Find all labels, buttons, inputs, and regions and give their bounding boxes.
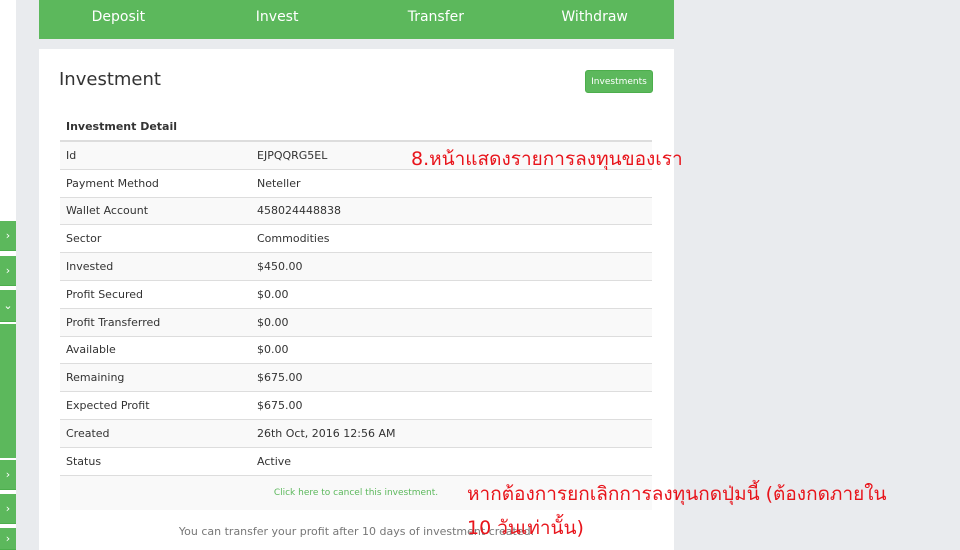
chevron-down-icon: ⌄ — [3, 299, 13, 312]
row-label: Sector — [66, 232, 102, 246]
table-row: Invested $450.00 — [60, 253, 652, 281]
sidebar-tab-5[interactable]: › — [0, 494, 16, 524]
table-row: Profit Secured $0.00 — [60, 281, 652, 309]
nav-transfer[interactable]: Transfer — [357, 0, 516, 39]
row-value: $450.00 — [257, 260, 303, 274]
table-row: Remaining $675.00 — [60, 364, 652, 393]
nav-invest[interactable]: Invest — [198, 0, 357, 39]
sidebar-tab-1[interactable]: › — [0, 221, 16, 251]
row-label: Wallet Account — [66, 204, 149, 218]
sidebar-tab-4[interactable]: › — [0, 460, 16, 490]
sidebar-tab-6[interactable]: › — [0, 528, 16, 550]
row-value: $0.00 — [257, 343, 289, 357]
investments-button[interactable]: Investments — [585, 70, 653, 93]
cancel-investment-link[interactable]: Click here to cancel this investment. — [274, 488, 438, 498]
row-value: 26th Oct, 2016 12:56 AM — [257, 426, 396, 440]
row-label: Available — [66, 343, 116, 357]
investment-card: Investment Investments Investment Detail… — [39, 49, 674, 550]
row-value: Commodities — [257, 232, 330, 246]
table-row: Sector Commodities — [60, 225, 652, 254]
annotation-bottom-line1: หากต้องการยกเลิกการลงทุนกดปุ่มนี้ (ต้องก… — [467, 483, 887, 505]
nav-deposit[interactable]: Deposit — [39, 0, 198, 39]
table-row: Status Active — [60, 448, 652, 476]
row-label: Profit Secured — [66, 287, 143, 301]
row-label: Created — [66, 426, 110, 440]
table-body: Id EJPQQRG5EL Payment Method Neteller Wallet… — [60, 142, 652, 476]
annotation-bottom-line2: 10 วันเท่านั้น) — [467, 517, 584, 539]
row-value: $0.00 — [257, 287, 289, 301]
table-row: Wallet Account 458024448838 — [60, 197, 652, 226]
sidebar-submenu-panel — [0, 324, 16, 458]
chevron-right-icon: › — [5, 532, 11, 545]
row-label: Status — [66, 454, 102, 468]
row-label: Payment Method — [66, 176, 159, 190]
row-label: Profit Transferred — [66, 315, 161, 329]
sidebar-tab-3[interactable]: ⌄ — [0, 290, 16, 322]
row-value: $675.00 — [257, 371, 303, 385]
nav-withdraw[interactable]: Withdraw — [515, 0, 674, 39]
row-label: Expected Profit — [66, 399, 150, 413]
table-row: Expected Profit $675.00 — [60, 392, 652, 420]
annotation-top: 8.หน้าแสดงรายการลงทุนของเรา — [411, 148, 683, 170]
row-value: Active — [257, 454, 292, 468]
chevron-right-icon: › — [5, 229, 11, 242]
table-row: Created 26th Oct, 2016 12:56 AM — [60, 419, 652, 448]
chevron-right-icon: › — [5, 264, 11, 277]
table-header: Investment Detail — [60, 113, 652, 142]
row-label: Id — [66, 148, 77, 162]
row-value: 458024448838 — [257, 204, 341, 218]
sidebar-tab-2[interactable]: › — [0, 256, 16, 286]
row-value: $675.00 — [257, 399, 303, 413]
row-value: Neteller — [257, 176, 301, 190]
table-row: Available $0.00 — [60, 337, 652, 365]
table-row: Profit Transferred $0.00 — [60, 308, 652, 337]
page-title: Investment — [59, 69, 161, 90]
page: › › ⌄ › › › Deposit Invest Transfer With… — [0, 0, 960, 550]
row-label: Remaining — [66, 371, 125, 385]
row-value: $0.00 — [257, 315, 289, 329]
row-label: Invested — [66, 260, 114, 274]
chevron-right-icon: › — [5, 468, 11, 481]
top-nav-bar: Deposit Invest Transfer Withdraw — [39, 0, 674, 39]
chevron-right-icon: › — [5, 502, 11, 515]
